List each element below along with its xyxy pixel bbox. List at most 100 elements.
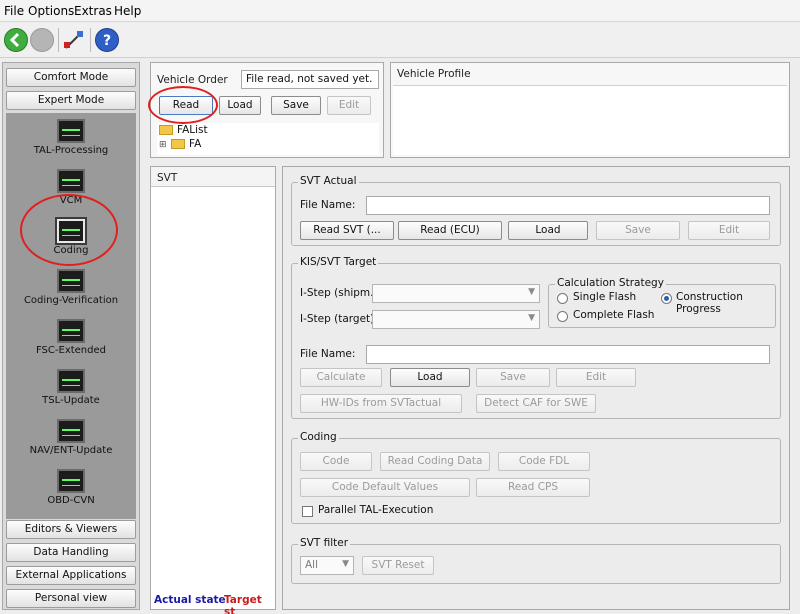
read-coding-data-button[interactable]: Read Coding Data: [380, 452, 490, 471]
istep-target-dropdown[interactable]: ▼: [372, 310, 540, 329]
istep-shipm-label: I-Step (shipm.):: [300, 287, 382, 299]
folder-icon: [171, 139, 185, 149]
tree-item-falist[interactable]: FAList: [177, 124, 208, 136]
monitor-icon: [55, 217, 87, 245]
kis-file-name-input[interactable]: [366, 345, 770, 364]
tab-comfort-mode[interactable]: Comfort Mode: [6, 68, 136, 87]
monitor-icon: [57, 469, 85, 493]
svt-filter-legend: SVT filter: [298, 537, 351, 549]
tab-editors-viewers[interactable]: Editors & Viewers: [6, 520, 136, 539]
back-arrow-icon[interactable]: [4, 28, 28, 52]
save-button[interactable]: Save: [271, 96, 321, 115]
radio-construction-progress[interactable]: [661, 293, 672, 304]
chevron-down-icon: ▼: [342, 559, 349, 569]
expand-plus-icon[interactable]: ⊞: [159, 140, 167, 150]
kis-save-button[interactable]: Save: [476, 368, 550, 387]
monitor-icon: [57, 269, 85, 293]
parallel-tal-checkbox[interactable]: [302, 506, 313, 517]
construction-progress-label: Construction Progress: [676, 291, 743, 315]
svt-actual-file-name-input[interactable]: [366, 196, 770, 215]
vehicle-order-panel: Vehicle Order File read, not saved yet. …: [150, 62, 384, 158]
menu-options[interactable]: Options: [28, 4, 74, 18]
kis-edit-button[interactable]: Edit: [556, 368, 636, 387]
chevron-down-icon: ▼: [528, 313, 535, 323]
svt-filter-group: SVT filter All ▼ SVT Reset: [291, 537, 781, 584]
vehicle-profile-area: [393, 85, 787, 155]
tool-vcm[interactable]: VCM: [6, 169, 136, 206]
load-button[interactable]: Load: [219, 96, 261, 115]
monitor-icon: [57, 119, 85, 143]
target-state-label[interactable]: Target st: [224, 594, 275, 614]
vehicle-order-status: File read, not saved yet.: [241, 70, 379, 89]
read-ecu-button[interactable]: Read (ECU): [398, 221, 502, 240]
istep-shipm-dropdown[interactable]: ▼: [372, 284, 540, 303]
svt-filter-dropdown[interactable]: All ▼: [300, 556, 354, 575]
svt-reset-button[interactable]: SVT Reset: [362, 556, 434, 575]
read-button[interactable]: Read: [159, 96, 213, 115]
read-cps-button[interactable]: Read CPS: [476, 478, 590, 497]
tool-obd-cvn[interactable]: OBD-CVN: [6, 469, 136, 506]
actual-state-label[interactable]: Actual state: [154, 594, 226, 606]
coding-group: Coding Code Read Coding Data Code FDL Co…: [291, 431, 781, 524]
svt-detail-panel: SVT Actual File Name: Read SVT (... Read…: [282, 166, 790, 610]
monitor-icon: [57, 369, 85, 393]
svt-filter-value: All: [305, 559, 319, 571]
svg-text:?: ?: [103, 33, 111, 49]
svt-list-title: SVT: [157, 172, 178, 184]
menu-file[interactable]: File: [4, 4, 24, 18]
tool-coding[interactable]: Coding: [6, 217, 136, 256]
monitor-icon: [57, 169, 85, 193]
vehicle-order-title: Vehicle Order: [157, 74, 228, 86]
kis-load-button[interactable]: Load: [390, 368, 470, 387]
read-svt-button[interactable]: Read SVT (...: [300, 221, 394, 240]
svt-actual-load-button[interactable]: Load: [508, 221, 588, 240]
tab-personal-view[interactable]: Personal view: [6, 589, 136, 608]
menu-bar: File Options Extras Help: [0, 0, 800, 22]
connection-icon[interactable]: [62, 28, 86, 52]
kis-file-name-label: File Name:: [300, 348, 356, 360]
tab-expert-mode[interactable]: Expert Mode: [6, 91, 136, 110]
toolbar: ?: [0, 22, 800, 58]
svt-list-panel: SVT Actual state Target st: [150, 166, 276, 614]
chevron-down-icon: ▼: [528, 287, 535, 297]
complete-flash-label: Complete Flash: [573, 309, 655, 321]
menu-extras[interactable]: Extras: [74, 4, 112, 18]
tool-coding-verification[interactable]: Coding-Verification: [6, 269, 136, 306]
tab-external-applications[interactable]: External Applications: [6, 566, 136, 585]
radio-single-flash[interactable]: [557, 293, 568, 304]
tool-nav-ent-update[interactable]: NAV/ENT-Update: [6, 419, 136, 456]
svt-actual-file-name-label: File Name:: [300, 199, 356, 211]
stop-icon[interactable]: [30, 28, 54, 52]
sidebar: Comfort Mode Expert Mode TAL-Processing …: [2, 62, 140, 610]
edit-button[interactable]: Edit: [327, 96, 371, 115]
detect-caf-button[interactable]: Detect CAF for SWE: [476, 394, 596, 413]
tool-list: TAL-Processing VCM Coding Coding-Verific…: [6, 113, 136, 519]
svt-actual-save-button[interactable]: Save: [596, 221, 680, 240]
code-button[interactable]: Code: [300, 452, 372, 471]
radio-complete-flash[interactable]: [557, 311, 568, 322]
calculate-button[interactable]: Calculate: [300, 368, 382, 387]
tree-item-fa[interactable]: FA: [189, 138, 201, 150]
hw-ids-from-svtactual-button[interactable]: HW-IDs from SVTactual: [300, 394, 462, 413]
code-fdl-button[interactable]: Code FDL: [498, 452, 590, 471]
monitor-icon: [57, 319, 85, 343]
tool-tal-processing[interactable]: TAL-Processing: [6, 119, 136, 156]
tool-tsl-update[interactable]: TSL-Update: [6, 369, 136, 406]
coding-legend: Coding: [298, 431, 339, 443]
svt-actual-edit-button[interactable]: Edit: [688, 221, 770, 240]
tab-data-handling[interactable]: Data Handling: [6, 543, 136, 562]
calculation-strategy-group: Calculation Strategy Single Flash Constr…: [548, 277, 776, 328]
menu-help[interactable]: Help: [114, 4, 141, 18]
monitor-icon: [57, 419, 85, 443]
calculation-strategy-legend: Calculation Strategy: [555, 277, 666, 289]
kis-svt-target-group: KIS/SVT Target I-Step (shipm.): ▼ I-Step…: [291, 256, 781, 419]
kis-svt-target-legend: KIS/SVT Target: [298, 256, 379, 268]
istep-target-label: I-Step (target):: [300, 313, 378, 325]
vehicle-profile-panel: Vehicle Profile: [390, 62, 790, 158]
help-icon[interactable]: ?: [95, 28, 119, 52]
code-default-values-button[interactable]: Code Default Values: [300, 478, 470, 497]
vehicle-order-tree: FAList ⊞ FA: [157, 123, 379, 155]
tool-fsc-extended[interactable]: FSC-Extended: [6, 319, 136, 356]
parallel-tal-label: Parallel TAL-Execution: [318, 504, 434, 516]
svt-actual-legend: SVT Actual: [298, 175, 359, 187]
